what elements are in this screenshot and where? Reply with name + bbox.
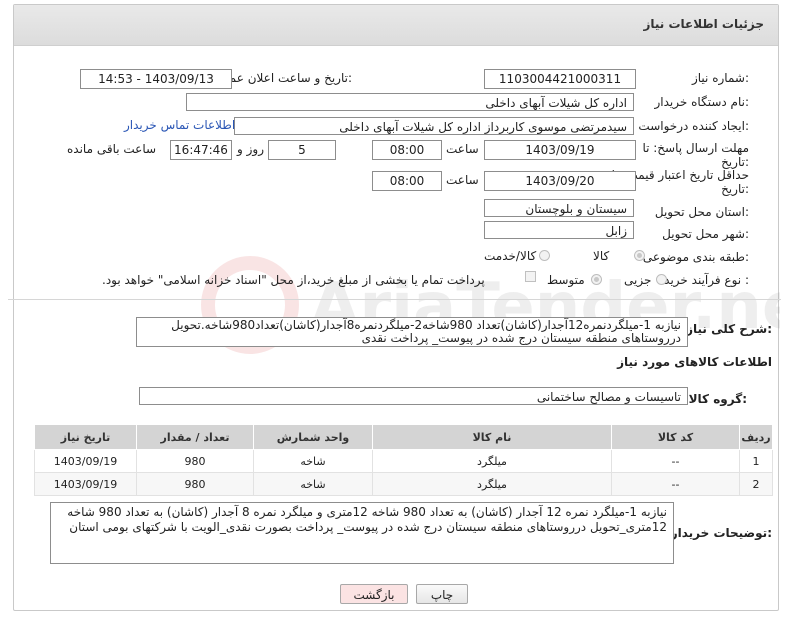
province-label: استان محل تحویل:: [654, 205, 749, 219]
table-row: 1 -- میلگرد شاخه 980 1403/09/19: [34, 449, 773, 473]
goods-group-label: گروه کالا:: [688, 392, 747, 406]
deadline-time-field: 08:00: [372, 140, 442, 160]
purchase-partial-label: جزیی: [624, 273, 652, 287]
city-field: زابل: [484, 221, 634, 239]
deadline-time-label: ساعت: [446, 142, 479, 156]
cell-row-num: 1: [739, 449, 773, 473]
cell-date: 1403/09/19: [34, 449, 137, 473]
requester-field: سیدمرتضی موسوی کاربرداز اداره کل شیلات آ…: [234, 117, 634, 135]
buyer-notes-text: نیازبه 1-میلگرد نمره 12 آجدار (کاشان) به…: [50, 502, 674, 564]
province-field: سیستان و بلوچستان: [484, 199, 634, 217]
goods-info-title: اطلاعات کالاهای مورد نیاز: [617, 355, 772, 369]
panel-header: جزئیات اطلاعات نیاز: [14, 5, 778, 46]
divider: [8, 299, 781, 300]
purchase-medium-label: متوسط: [547, 273, 585, 287]
buyer-contact-link[interactable]: اطلاعات تماس خریدار: [124, 118, 235, 132]
deadline-label: مهلت ارسال پاسخ: تا: [642, 141, 749, 155]
col-unit-header: واحد شمارش: [253, 424, 373, 450]
need-number-field: 1103004421000311: [484, 69, 636, 89]
purchase-type-label: نوع فرآیند خرید :: [664, 273, 749, 287]
subject-goods-service-label: کالا/خدمت: [484, 249, 537, 263]
cell-unit: شاخه: [253, 472, 373, 496]
price-validity-time-label: ساعت: [446, 173, 479, 187]
subject-goods-service-radio[interactable]: [539, 250, 550, 261]
table-header-row: ردیف کد کالا نام کالا واحد شمارش تعداد /…: [34, 424, 773, 450]
buyer-org-label: نام دستگاه خریدار:: [654, 95, 750, 109]
general-description-text: نیازبه 1-میلگردنمره12آجدار(کاشان)تعداد 9…: [136, 317, 688, 347]
treasury-bonds-checkbox[interactable]: [525, 271, 536, 282]
subject-goods-radio[interactable]: [634, 250, 645, 261]
cell-qty: 980: [136, 449, 254, 473]
col-date-header: تاریخ نیاز: [34, 424, 137, 450]
table-row: 2 -- میلگرد شاخه 980 1403/09/19: [34, 472, 773, 496]
announce-datetime-field: 1403/09/13 - 14:53: [80, 69, 232, 89]
treasury-bonds-note: پرداخت تمام یا بخشی از مبلغ خرید،از محل …: [102, 273, 485, 287]
purchase-partial-radio[interactable]: [656, 274, 667, 285]
days-label: روز و: [237, 142, 264, 156]
need-number-label: شماره نیاز:: [691, 71, 749, 85]
buyer-notes-label: توضیحات خریدار:: [670, 526, 772, 540]
cell-qty: 980: [136, 472, 254, 496]
buyer-org-field: اداره کل شیلات آبهای داخلی: [186, 93, 634, 111]
city-label: شهر محل تحویل:: [662, 227, 749, 241]
subject-class-label: طبقه بندی موضوعی:: [642, 250, 749, 264]
back-button[interactable]: بازگشت: [340, 584, 408, 604]
price-validity-time-field: 08:00: [372, 171, 442, 191]
days-remaining-field: 5: [268, 140, 336, 160]
price-validity-label-date: تاریخ:: [721, 182, 749, 196]
print-button[interactable]: چاپ: [416, 584, 468, 604]
deadline-date-field: 1403/09/19: [484, 140, 636, 160]
col-row-header: ردیف: [739, 424, 773, 450]
remaining-time-label: ساعت باقی مانده: [67, 142, 157, 156]
goods-table: ردیف کد کالا نام کالا واحد شمارش تعداد /…: [34, 424, 773, 496]
panel-title: جزئیات اطلاعات نیاز: [643, 17, 764, 31]
col-qty-header: تعداد / مقدار: [136, 424, 254, 450]
cell-unit: شاخه: [253, 449, 373, 473]
cell-code: --: [611, 449, 740, 473]
remaining-time-field: 16:47:46: [170, 140, 232, 160]
cell-name: میلگرد: [372, 449, 612, 473]
requester-label: ایجاد کننده درخواست:: [638, 119, 749, 133]
cell-date: 1403/09/19: [34, 472, 137, 496]
col-code-header: کد کالا: [611, 424, 740, 450]
deadline-label-date: تاریخ:: [721, 155, 749, 169]
subject-goods-label: کالا: [593, 249, 610, 263]
general-description-label: شرح کلی نیاز:: [686, 322, 772, 336]
col-name-header: نام کالا: [372, 424, 612, 450]
cell-row-num: 2: [739, 472, 773, 496]
cell-name: میلگرد: [372, 472, 612, 496]
cell-code: --: [611, 472, 740, 496]
purchase-medium-radio[interactable]: [591, 274, 602, 285]
goods-group-field: تاسیسات و مصالح ساختمانی: [139, 387, 688, 405]
price-validity-date-field: 1403/09/20: [484, 171, 636, 191]
